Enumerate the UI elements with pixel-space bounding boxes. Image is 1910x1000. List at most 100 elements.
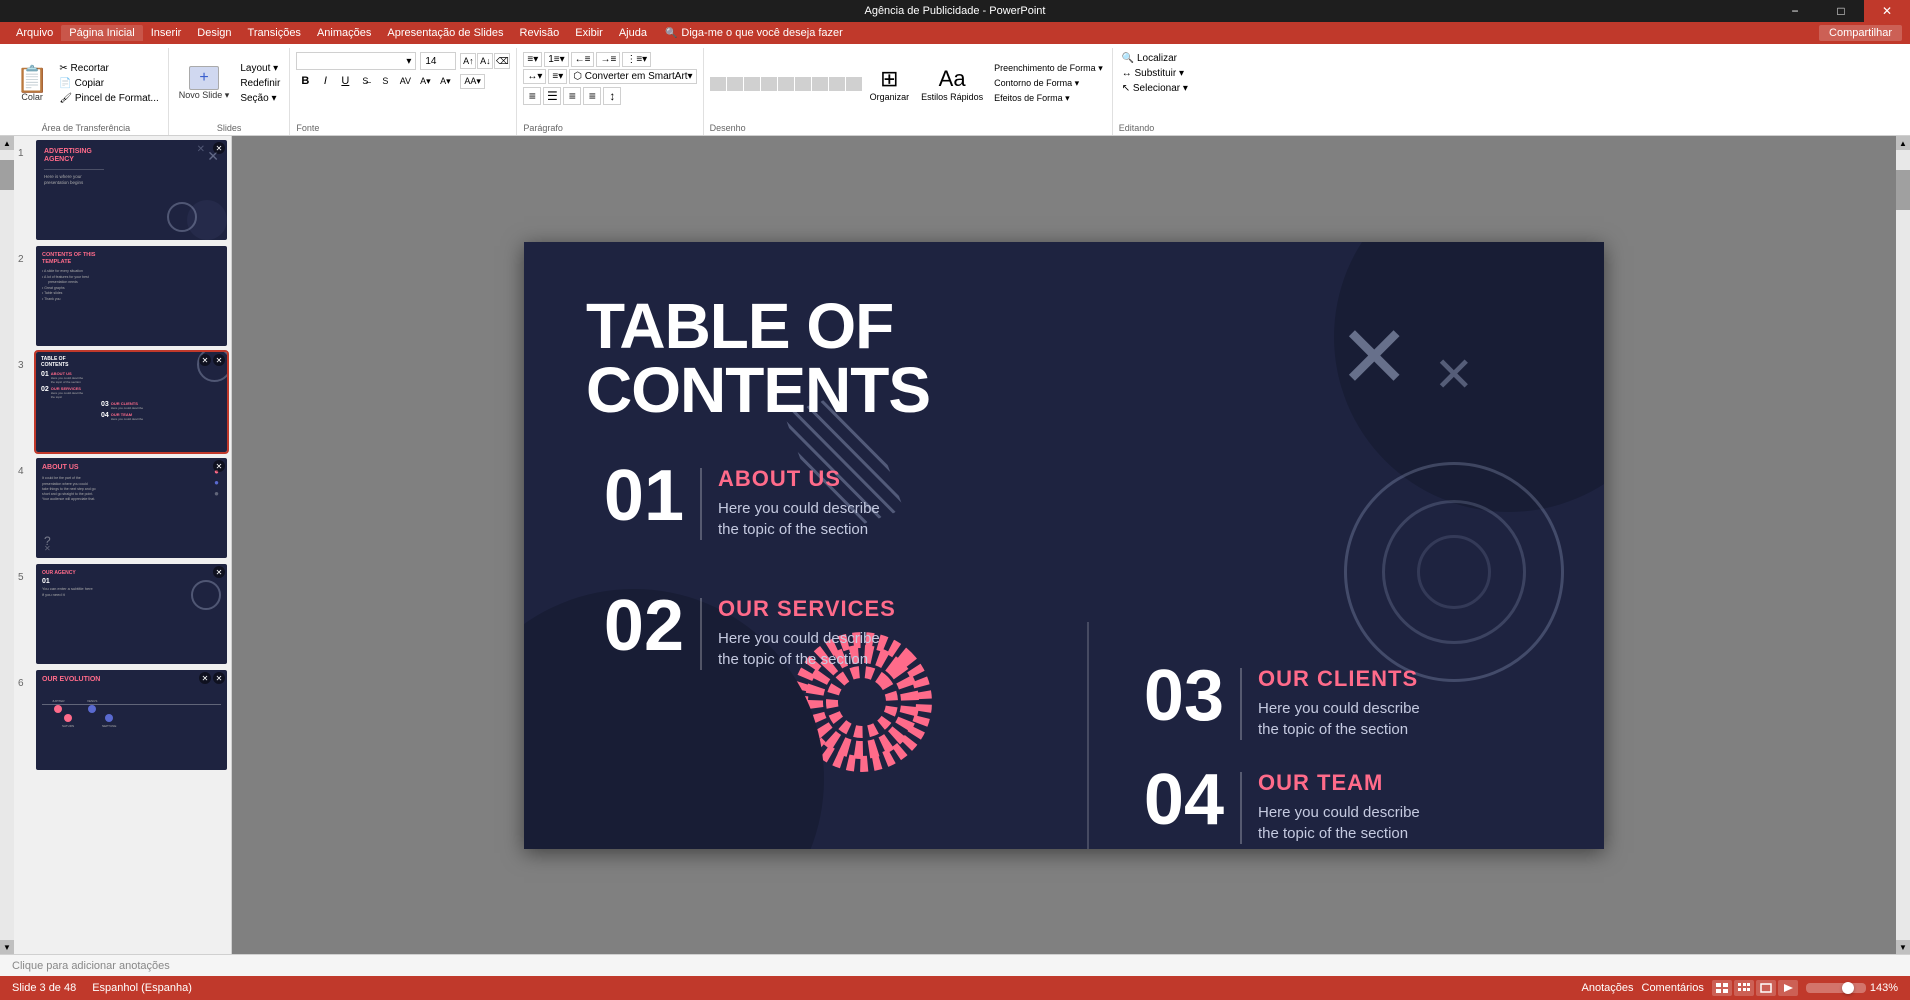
slide-thumb-4[interactable]: 4 ABOUT US It could be the part of thepr… [18, 458, 227, 558]
localizar-button[interactable]: 🔍 Localizar [1119, 52, 1191, 65]
numbering-button[interactable]: 1≡▾ [544, 52, 568, 67]
slide-thumb-6[interactable]: 6 OUR EVOLUTION JUPITER VENUS [18, 670, 227, 770]
scroll-thumb-left[interactable] [0, 160, 14, 190]
reading-view-btn[interactable] [1756, 980, 1776, 996]
right-scroll-up[interactable]: ▲ [1896, 136, 1910, 150]
shape-btn-4[interactable] [761, 77, 777, 91]
shape-btn-8[interactable] [829, 77, 845, 91]
maximize-button[interactable]: □ [1818, 0, 1864, 22]
slide-preview-6[interactable]: OUR EVOLUTION JUPITER VENUS [36, 670, 227, 770]
colar-button[interactable]: 📋 Colar [10, 64, 54, 104]
shape-btn-9[interactable] [846, 77, 862, 91]
underline-button[interactable]: U [336, 72, 354, 90]
slide-thumb-5[interactable]: 5 OUR AGENCY 01 You can enter a subtitle… [18, 564, 227, 664]
shape-btn-5[interactable] [778, 77, 794, 91]
normal-view-btn[interactable] [1712, 980, 1732, 996]
copiar-button[interactable]: 📄 Copiar [56, 77, 161, 90]
slide-4-close[interactable]: ✕ [213, 460, 225, 472]
slide-6-close1[interactable]: ✕ [199, 672, 211, 684]
font-color-button[interactable]: A▾ [416, 72, 434, 90]
presentation-btn[interactable] [1778, 980, 1798, 996]
shape-btn-6[interactable] [795, 77, 811, 91]
text-direction-button[interactable]: ↔▾ [523, 69, 546, 84]
shape-btn-1[interactable] [710, 77, 726, 91]
substituir-button[interactable]: ↔ Substituir ▾ [1119, 67, 1191, 80]
slide-1-close[interactable]: ✕ [213, 142, 225, 154]
scroll-down-button[interactable]: ▼ [0, 940, 14, 954]
decrease-indent-button[interactable]: ←≡ [571, 52, 595, 67]
spacing-button[interactable]: AV [396, 72, 414, 90]
zoom-slider[interactable] [1806, 983, 1866, 993]
novo-slide-button[interactable]: + Novo Slide ▾ [175, 64, 234, 103]
slide-6-close2[interactable]: ✕ [213, 672, 225, 684]
font-increase-button[interactable]: A↑ [460, 53, 476, 69]
preenchimento-forma-button[interactable]: Preenchimento de Forma ▾ [991, 62, 1106, 75]
menu-inserir[interactable]: Inserir [143, 25, 190, 41]
contorno-forma-button[interactable]: Contorno de Forma ▾ [991, 77, 1106, 90]
shape-btn-3[interactable] [744, 77, 760, 91]
slide-thumb-2[interactable]: 2 CONTENTS OF THISTEMPLATE • A slide for… [18, 246, 227, 346]
slide-preview-4[interactable]: ABOUT US It could be the part of thepres… [36, 458, 227, 558]
scroll-up-button[interactable]: ▲ [0, 136, 14, 150]
shape-btn-2[interactable] [727, 77, 743, 91]
recortar-button[interactable]: ✂ Recortar [56, 62, 161, 75]
menu-ajuda[interactable]: Ajuda [611, 25, 655, 41]
clear-format-button[interactable]: ⌫ [494, 53, 510, 69]
right-scrollbar[interactable]: ▲ ▼ [1896, 136, 1910, 954]
highlight-button[interactable]: A▾ [436, 72, 454, 90]
close-button[interactable]: ✕ [1864, 0, 1910, 22]
right-scroll-thumb[interactable] [1896, 170, 1910, 210]
zoom-thumb[interactable] [1842, 982, 1854, 994]
efeitos-forma-button[interactable]: Efeitos de Forma ▾ [991, 92, 1106, 105]
slide-thumb-1[interactable]: 1 ADVERTISING AGENCY Here is where yourp… [18, 140, 227, 240]
slide-preview-5[interactable]: OUR AGENCY 01 You can enter a subtitle h… [36, 564, 227, 664]
menu-transicoes[interactable]: Transições [240, 25, 309, 41]
menu-arquivo[interactable]: Arquivo [8, 25, 61, 41]
shape-btn-7[interactable] [812, 77, 828, 91]
menu-revisao[interactable]: Revisão [512, 25, 568, 41]
align-left-button[interactable]: ≡ [523, 87, 541, 105]
font-decrease-button[interactable]: A↓ [477, 53, 493, 69]
secao-button[interactable]: Seção ▾ [237, 92, 283, 105]
estilos-rapidos-button[interactable]: Aa Estilos Rápidos [917, 64, 987, 104]
pincel-button[interactable]: 🖌 Pincel de Format... [56, 92, 161, 105]
bold-button[interactable]: B [296, 72, 314, 90]
left-scrollbar[interactable]: ▲ ▼ [0, 136, 14, 954]
minimize-button[interactable]: − [1772, 0, 1818, 22]
slide-sorter-btn[interactable] [1734, 980, 1754, 996]
slide-preview-2[interactable]: CONTENTS OF THISTEMPLATE • A slide for e… [36, 246, 227, 346]
center-button[interactable]: ☰ [543, 87, 561, 105]
notes-btn[interactable]: Anotações [1582, 982, 1634, 994]
font-size-input[interactable]: 14 [420, 52, 456, 70]
line-spacing-button[interactable]: ↕ [603, 87, 621, 105]
layout-button[interactable]: Layout ▾ [237, 62, 283, 75]
slide-5-close[interactable]: ✕ [213, 566, 225, 578]
organizar-button[interactable]: ⊞ Organizar [866, 64, 914, 104]
bullets-button[interactable]: ≡▾ [523, 52, 542, 67]
menu-exibir[interactable]: Exibir [567, 25, 611, 41]
shadow-button[interactable]: S [376, 72, 394, 90]
slide-preview-1[interactable]: ADVERTISING AGENCY Here is where yourpre… [36, 140, 227, 240]
slide-preview-3[interactable]: TABLE OFCONTENTS 01 ABOUT US Here you co… [36, 352, 227, 452]
smartart-button[interactable]: ⬡ Converter em SmartArt▾ [569, 69, 696, 84]
columns-button[interactable]: ⋮≡▾ [622, 52, 651, 67]
menu-apresentacao[interactable]: Apresentação de Slides [379, 25, 511, 41]
align-text-button[interactable]: ≡▾ [548, 69, 567, 84]
font-family-selector[interactable]: ▾ [296, 52, 416, 70]
slide-3-close2[interactable]: ✕ [199, 354, 211, 366]
main-slide[interactable]: ✕ ✕ [524, 242, 1604, 849]
menu-diga-me[interactable]: 🔍 Diga-me o que você deseja fazer [655, 25, 853, 41]
align-right-button[interactable]: ≡ [563, 87, 581, 105]
menu-design[interactable]: Design [189, 25, 239, 41]
italic-button[interactable]: I [316, 72, 334, 90]
comments-btn[interactable]: Comentários [1642, 982, 1704, 994]
uppercase-button[interactable]: AA▾ [460, 74, 485, 89]
selecionar-button[interactable]: ↖ Selecionar ▾ [1119, 82, 1191, 95]
redefinir-button[interactable]: Redefinir [237, 77, 283, 90]
menu-animacoes[interactable]: Animações [309, 25, 379, 41]
justify-button[interactable]: ≡ [583, 87, 601, 105]
strikethrough-button[interactable]: S̶ [356, 72, 374, 90]
slide-thumb-3[interactable]: 3 TABLE OFCONTENTS 01 ABOUT US Here you … [18, 352, 227, 452]
increase-indent-button[interactable]: →≡ [596, 52, 620, 67]
menu-pagina-inicial[interactable]: Página Inicial [61, 25, 142, 41]
